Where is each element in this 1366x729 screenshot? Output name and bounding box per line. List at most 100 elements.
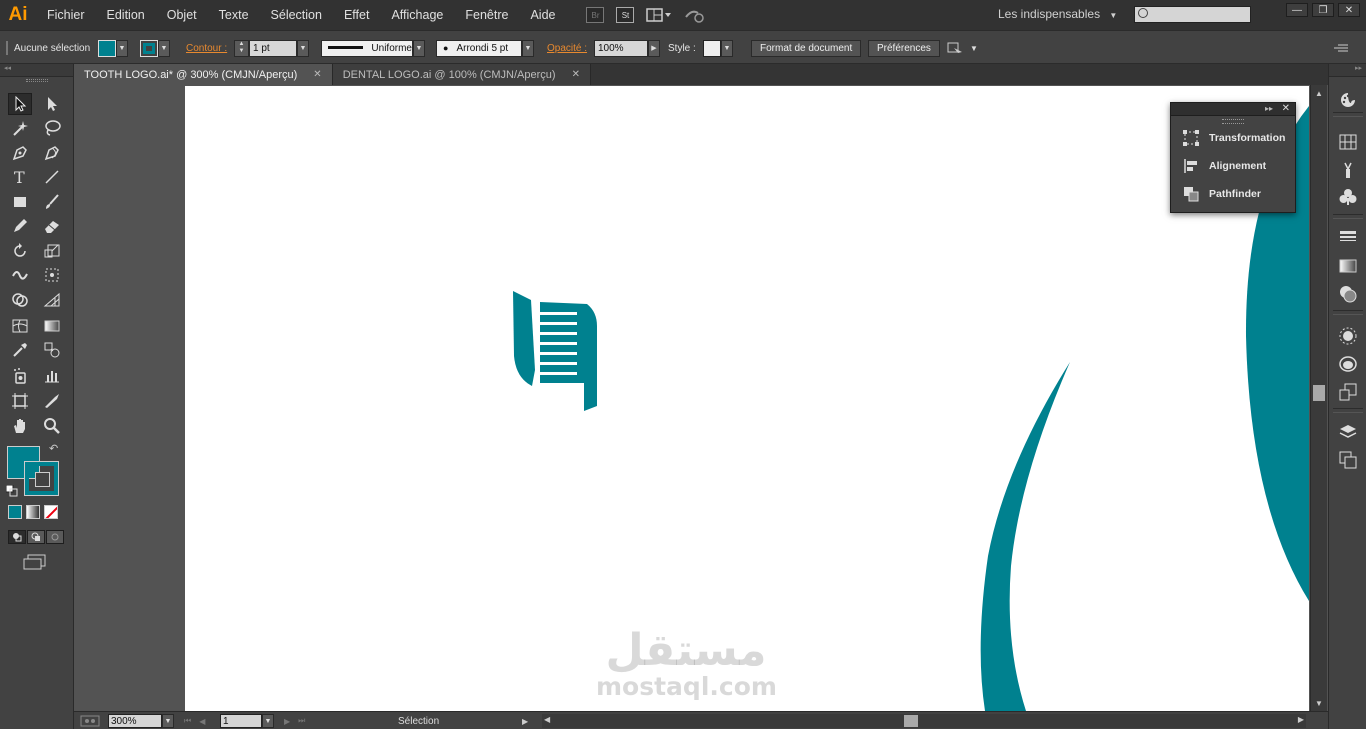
graphic-styles-panel-icon[interactable] [1338, 354, 1358, 374]
opacity-field[interactable]: 100% [594, 39, 648, 57]
selection-tool-icon[interactable] [8, 93, 32, 115]
stock-button[interactable]: St [616, 7, 635, 23]
chevron-down-icon[interactable]: ▼ [970, 44, 978, 53]
panel-header[interactable]: ▸▸ ✕ [1171, 103, 1295, 116]
slice-tool-icon[interactable] [40, 390, 64, 412]
free-transform-tool-icon[interactable] [40, 264, 64, 286]
artboard[interactable] [185, 86, 1309, 711]
document-setup-button[interactable]: Format de document [751, 39, 862, 57]
stroke-panel-icon[interactable] [1338, 227, 1358, 247]
menu-selection[interactable]: Sélection [260, 0, 333, 30]
color-mode-icon[interactable] [8, 505, 22, 519]
perspective-grid-tool-icon[interactable] [40, 289, 64, 311]
close-icon[interactable]: ✕ [572, 69, 580, 80]
graphic-style-swatch[interactable] [703, 39, 721, 57]
variable-width-profile[interactable]: Uniforme [321, 39, 413, 57]
pen-tool-icon[interactable] [8, 142, 32, 164]
mesh-tool-icon[interactable] [8, 315, 32, 337]
expand-panel-icon[interactable]: ▸▸ [1265, 104, 1273, 113]
warp-tool-icon[interactable] [8, 264, 32, 286]
stroke-weight-dropdown[interactable]: ▼ [297, 39, 309, 57]
color-panel-icon[interactable] [1338, 90, 1358, 110]
rotate-tool-icon[interactable] [8, 240, 32, 262]
workspace-switcher[interactable]: Les indispensables ▼ [998, 7, 1117, 21]
search-input[interactable] [1134, 6, 1251, 23]
close-button[interactable]: ✕ [1338, 3, 1360, 17]
blend-tool-icon[interactable] [40, 339, 64, 361]
previous-artboard-icon[interactable]: ◀ [199, 717, 205, 726]
rectangle-tool-icon[interactable] [8, 191, 32, 213]
artwork[interactable] [185, 86, 1309, 711]
fill-dropdown[interactable]: ▼ [116, 39, 128, 57]
horizontal-scrollbar[interactable]: ◀ ▶ [542, 714, 1306, 728]
panel-menu-icon[interactable] [1334, 31, 1348, 65]
asset-export-panel-icon[interactable] [1338, 382, 1358, 402]
menu-objet[interactable]: Objet [156, 0, 208, 30]
close-icon[interactable]: ✕ [1282, 103, 1290, 114]
menu-effet[interactable]: Effet [333, 0, 380, 30]
vertical-scroll-thumb[interactable] [1313, 385, 1325, 401]
gradient-tool-icon[interactable] [40, 315, 64, 337]
panel-collapse-icon[interactable]: ◂◂ [0, 64, 73, 77]
pencil-tool-icon[interactable] [8, 215, 32, 237]
tooth-curve-artwork[interactable] [980, 362, 1070, 711]
panel-item-alignement[interactable]: Alignement [1171, 152, 1295, 180]
zoom-tool-icon[interactable] [40, 415, 64, 437]
stroke-weight-stepper[interactable]: ▲ ▼ [234, 39, 249, 57]
type-tool-icon[interactable]: T [8, 166, 32, 188]
curvature-tool-icon[interactable] [40, 142, 64, 164]
lasso-tool-icon[interactable] [40, 117, 64, 139]
first-artboard-icon[interactable]: ⏮ [184, 716, 191, 726]
artboard-dropdown[interactable]: ▼ [262, 714, 274, 728]
line-segment-tool-icon[interactable] [40, 166, 64, 188]
opacity-slider-button[interactable]: ▶ [648, 39, 660, 57]
layers-panel-icon[interactable] [1338, 422, 1358, 442]
hand-tool-icon[interactable] [8, 415, 32, 437]
shape-builder-tool-icon[interactable] [8, 289, 32, 311]
stroke-swatch[interactable] [140, 39, 158, 57]
panel-grip[interactable] [26, 79, 48, 82]
brush-definition[interactable]: ● Arrondi 5 pt [436, 39, 522, 57]
panel-item-transformation[interactable]: Transformation [1171, 124, 1295, 152]
column-graph-tool-icon[interactable] [40, 365, 64, 387]
tab-dental-logo[interactable]: DENTAL LOGO.ai @ 100% (CMJN/Aperçu) ✕ [332, 64, 591, 85]
transparency-panel-icon[interactable] [1338, 284, 1358, 304]
bridge-button[interactable]: Br [586, 7, 605, 23]
menu-aide[interactable]: Aide [519, 0, 566, 30]
tab-tooth-logo[interactable]: TOOTH LOGO.ai* @ 300% (CMJN/Aperçu) ✕ [74, 64, 333, 85]
horizontal-scroll-thumb[interactable] [904, 715, 918, 727]
gradient-mode-icon[interactable] [26, 505, 40, 519]
draw-inside-icon[interactable] [46, 530, 64, 544]
symbol-sprayer-tool-icon[interactable] [8, 365, 32, 387]
vertical-scrollbar[interactable]: ▲ ▼ [1310, 85, 1327, 711]
screen-mode-icon[interactable] [23, 554, 47, 573]
menu-fichier[interactable]: Fichier [36, 0, 96, 30]
paintbrush-tool-icon[interactable] [40, 191, 64, 213]
artboard-number-field[interactable]: 1 [220, 714, 262, 728]
arrange-icon[interactable] [946, 40, 964, 56]
scroll-left-icon[interactable]: ◀ [544, 715, 550, 724]
panel-item-pathfinder[interactable]: Pathfinder [1171, 180, 1295, 208]
minimize-button[interactable]: — [1286, 3, 1308, 17]
menu-affichage[interactable]: Affichage [380, 0, 454, 30]
brush-dropdown[interactable]: ▼ [522, 39, 534, 57]
swap-fill-stroke-icon[interactable]: ↶ [49, 442, 58, 455]
stroke-color-box[interactable] [24, 461, 59, 496]
preferences-button[interactable]: Préférences [868, 39, 940, 57]
eraser-tool-icon[interactable] [40, 215, 64, 237]
draw-normal-icon[interactable] [8, 530, 26, 544]
toothbrush-artwork[interactable] [513, 291, 597, 411]
menu-texte[interactable]: Texte [208, 0, 260, 30]
scroll-down-icon[interactable]: ▼ [1315, 699, 1323, 708]
menu-fenetre[interactable]: Fenêtre [454, 0, 519, 30]
default-colors-icon[interactable] [5, 484, 18, 500]
eyedropper-tool-icon[interactable] [8, 339, 32, 361]
profile-dropdown[interactable]: ▼ [413, 39, 425, 57]
style-dropdown[interactable]: ▼ [721, 39, 733, 57]
artboard-tool-icon[interactable] [8, 390, 32, 412]
document-info-icon[interactable] [80, 714, 100, 728]
arrange-documents-icon[interactable] [646, 7, 672, 23]
gpu-performance-icon[interactable] [684, 7, 706, 23]
menu-edition[interactable]: Edition [96, 0, 156, 30]
symbols-panel-icon[interactable] [1338, 187, 1358, 207]
